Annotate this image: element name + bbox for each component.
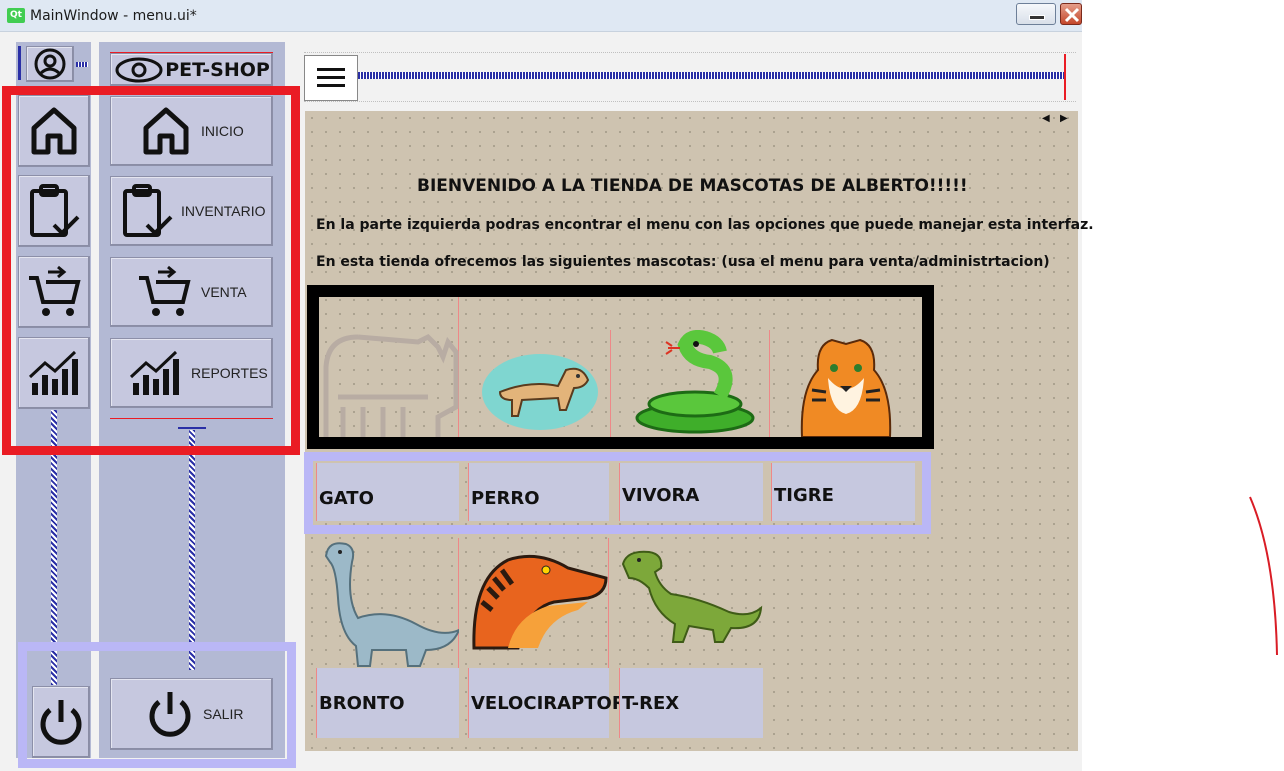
- velociraptor-icon: [472, 554, 608, 650]
- vertical-spacer: [189, 430, 195, 670]
- pet-eye-icon: [115, 57, 163, 82]
- annotation-red-stroke: [1249, 496, 1278, 656]
- pet-name-bronto: BRONTO: [316, 668, 459, 738]
- layout-marker: [110, 52, 273, 53]
- welcome-heading: BIENVENIDO A LA TIENDA DE MASCOTAS DE AL…: [417, 176, 968, 196]
- brand-logo: PET-SHOP: [110, 53, 273, 86]
- bronto-image: [316, 538, 461, 668]
- layout-marker: [1064, 54, 1066, 100]
- window-title: MainWindow - menu.ui*: [30, 8, 197, 24]
- brand-title: PET-SHOP: [165, 58, 270, 81]
- annotation-red-box: [2, 86, 300, 455]
- layout-marker: [76, 62, 88, 67]
- close-button[interactable]: [1060, 3, 1082, 25]
- pet-name-trex: T-REX: [619, 668, 763, 738]
- close-icon: [1064, 7, 1080, 23]
- minimize-button[interactable]: [1016, 3, 1056, 25]
- info-text-1: En la parte izquierda podras encontrar e…: [316, 217, 1094, 233]
- menu-icon: [317, 68, 345, 87]
- page-scroll-arrows[interactable]: ◀ ▶: [1040, 111, 1070, 127]
- trex-icon: [621, 550, 763, 643]
- velociraptor-image: [468, 538, 609, 668]
- user-circle-icon: [34, 48, 66, 80]
- qt-logo-icon: Qt: [7, 8, 25, 23]
- brontosaurus-icon: [324, 542, 461, 667]
- horizontal-spacer: [358, 72, 1064, 79]
- annotation-black-box: [307, 285, 934, 449]
- info-text-2: En esta tienda ofrecemos las siguientes …: [316, 254, 1050, 270]
- right-arrow-icon[interactable]: ▶: [1060, 113, 1068, 124]
- layout-marker: [18, 46, 21, 80]
- left-arrow-icon[interactable]: ◀: [1042, 113, 1050, 124]
- hamburger-button[interactable]: [304, 55, 358, 101]
- pet-name-velociraptor: VELOCIRAPTOR: [468, 668, 626, 738]
- trex-image: [619, 538, 763, 668]
- annotation-lavender-box: [18, 642, 296, 768]
- annotation-lavender-box: [304, 452, 931, 534]
- profile-button[interactable]: [26, 46, 74, 82]
